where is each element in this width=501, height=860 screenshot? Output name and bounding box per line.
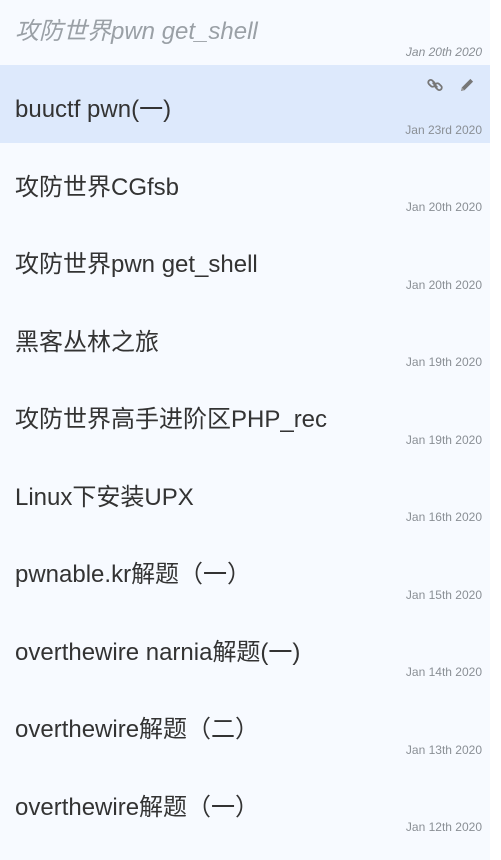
note-item[interactable]: 黑客丛林之旅 Jan 19th 2020 [0, 298, 490, 376]
note-title: overthewire narnia解题(一) [15, 638, 301, 666]
note-date: Jan 20th 2020 [405, 45, 482, 59]
note-item[interactable]: 攻防世界CGfsb Jan 20th 2020 [0, 143, 490, 221]
note-list: 攻防世界pwn get_shell Jan 20th 2020 buuctf p… [0, 0, 490, 860]
scrollbar-gutter[interactable] [490, 0, 501, 860]
note-item[interactable]: 攻防世界高手进阶区PHP_rec Jan 19th 2020 [0, 375, 490, 453]
note-title: Linux下安装UPX [15, 483, 194, 511]
link-icon[interactable] [426, 76, 444, 94]
note-title: 攻防世界高手进阶区PHP_rec [15, 406, 328, 433]
note-title: overthewire解题（二） [15, 716, 260, 743]
note-date: Jan 19th 2020 [405, 355, 482, 369]
note-item[interactable]: 攻防世界pwn get_shell Jan 20th 2020 [0, 220, 490, 298]
note-date: Jan 14th 2020 [405, 665, 482, 679]
note-date: Jan 20th 2020 [405, 200, 482, 214]
note-date: Jan 16th 2020 [405, 510, 482, 524]
note-title: 攻防世界CGfsb [15, 173, 180, 201]
note-title: pwnable.kr解题（一） [15, 561, 252, 588]
note-item-selected[interactable]: buuctf pwn(一) Jan 23rd 2020 [0, 65, 490, 143]
note-title: 攻防世界pwn get_shell [15, 251, 258, 278]
note-item[interactable]: overthewire解题（一） Jan 12th 2020 [0, 763, 490, 841]
pencil-icon[interactable] [458, 76, 476, 94]
note-title: buuctf pwn(一) [15, 96, 172, 123]
note-title: 攻防世界pwn get_shell [15, 18, 258, 45]
note-title: 黑客丛林之旅 [15, 328, 159, 356]
note-date: Jan 19th 2020 [405, 432, 482, 447]
note-item[interactable]: pwnable.kr解题（一） Jan 15th 2020 [0, 530, 490, 608]
note-actions [426, 76, 476, 94]
note-item[interactable]: overthewire解题（二） Jan 13th 2020 [0, 685, 490, 763]
note-date: Jan 23rd 2020 [405, 122, 482, 137]
note-item-draft[interactable]: 攻防世界pwn get_shell Jan 20th 2020 [0, 0, 490, 65]
note-date: Jan 20th 2020 [405, 277, 482, 292]
note-date: Jan 15th 2020 [405, 587, 482, 602]
note-date: Jan 12th 2020 [405, 820, 482, 834]
note-item[interactable]: Linux下安装UPX Jan 16th 2020 [0, 453, 490, 531]
note-date: Jan 13th 2020 [405, 742, 482, 757]
note-item[interactable]: overthewire narnia解题(一) Jan 14th 2020 [0, 608, 490, 686]
note-title: overthewire解题（一） [15, 793, 260, 821]
